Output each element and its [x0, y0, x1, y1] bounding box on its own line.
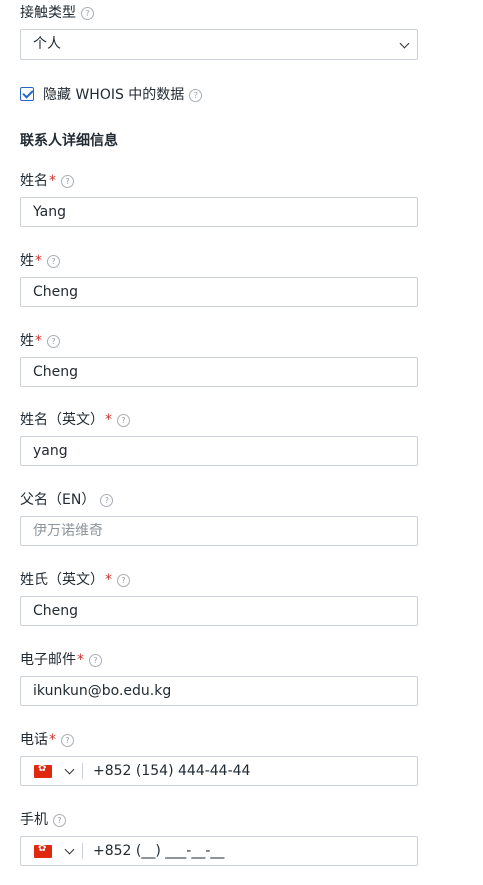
- chevron-down-icon: [399, 38, 410, 49]
- help-icon[interactable]: ?: [100, 493, 114, 507]
- contact-type-select[interactable]: 个人: [20, 29, 418, 60]
- last-name-en-label: 姓氏（英文） * ?: [20, 571, 130, 589]
- chevron-down-icon[interactable]: [64, 844, 75, 855]
- first-name-input[interactable]: [21, 198, 393, 226]
- help-icon[interactable]: ?: [61, 174, 74, 188]
- help-icon[interactable]: ?: [81, 6, 94, 20]
- help-icon[interactable]: ?: [61, 733, 74, 747]
- contact-type-label: 接触类型 ?: [20, 4, 94, 22]
- help-icon[interactable]: ?: [189, 88, 203, 102]
- last-name-label: 姓 * ?: [20, 252, 60, 270]
- hide-whois-checkbox[interactable]: [20, 87, 34, 101]
- phone-label: 电话 * ?: [20, 731, 74, 749]
- hong-kong-flag-icon[interactable]: [34, 763, 52, 778]
- contact-type-value: 个人: [33, 36, 61, 52]
- last-name-input[interactable]: [21, 278, 393, 306]
- last-name-en-input[interactable]: [21, 597, 393, 625]
- required-mark: *: [77, 652, 84, 668]
- last-name-field[interactable]: [20, 277, 418, 307]
- last-name-input-2[interactable]: [21, 358, 393, 386]
- required-mark: *: [35, 333, 42, 349]
- required-mark: *: [105, 572, 112, 588]
- divider: [82, 843, 83, 859]
- first-name-en-field[interactable]: [20, 436, 418, 466]
- help-icon[interactable]: ?: [89, 653, 102, 667]
- help-icon[interactable]: ?: [117, 413, 130, 427]
- required-mark: *: [49, 173, 56, 189]
- phone-input[interactable]: [93, 757, 453, 785]
- first-name-label: 姓名 * ?: [20, 172, 74, 190]
- mobile-input[interactable]: [93, 837, 453, 865]
- hong-kong-flag-icon[interactable]: [34, 843, 52, 858]
- first-name-en-input[interactable]: [21, 437, 393, 465]
- last-name-en-field[interactable]: [20, 596, 418, 626]
- last-name-label-2: 姓 * ?: [20, 332, 60, 350]
- help-icon[interactable]: ?: [47, 254, 60, 268]
- email-field[interactable]: [20, 676, 418, 706]
- patronymic-en-input[interactable]: [21, 517, 393, 545]
- help-icon[interactable]: ?: [53, 813, 66, 827]
- first-name-field[interactable]: [20, 197, 418, 227]
- patronymic-en-field[interactable]: [20, 516, 418, 546]
- section-title: 联系人详细信息: [20, 133, 118, 149]
- required-mark: *: [49, 732, 56, 748]
- last-name-field-2[interactable]: [20, 357, 418, 387]
- required-mark: *: [35, 253, 42, 269]
- email-label: 电子邮件 * ?: [20, 651, 102, 669]
- mobile-field[interactable]: [20, 836, 453, 866]
- mobile-label: 手机 ?: [20, 811, 66, 829]
- email-input[interactable]: [21, 677, 393, 705]
- first-name-en-label: 姓名（英文） * ?: [20, 411, 130, 429]
- hide-whois-label: 隐藏 WHOIS 中的数据 ?: [43, 86, 203, 104]
- help-icon[interactable]: ?: [47, 334, 60, 348]
- required-mark: *: [105, 412, 112, 428]
- patronymic-en-label: 父名（EN） ?: [20, 491, 114, 509]
- chevron-down-icon[interactable]: [64, 764, 75, 775]
- phone-field[interactable]: [20, 756, 453, 786]
- divider: [82, 763, 83, 779]
- help-icon[interactable]: ?: [117, 573, 130, 587]
